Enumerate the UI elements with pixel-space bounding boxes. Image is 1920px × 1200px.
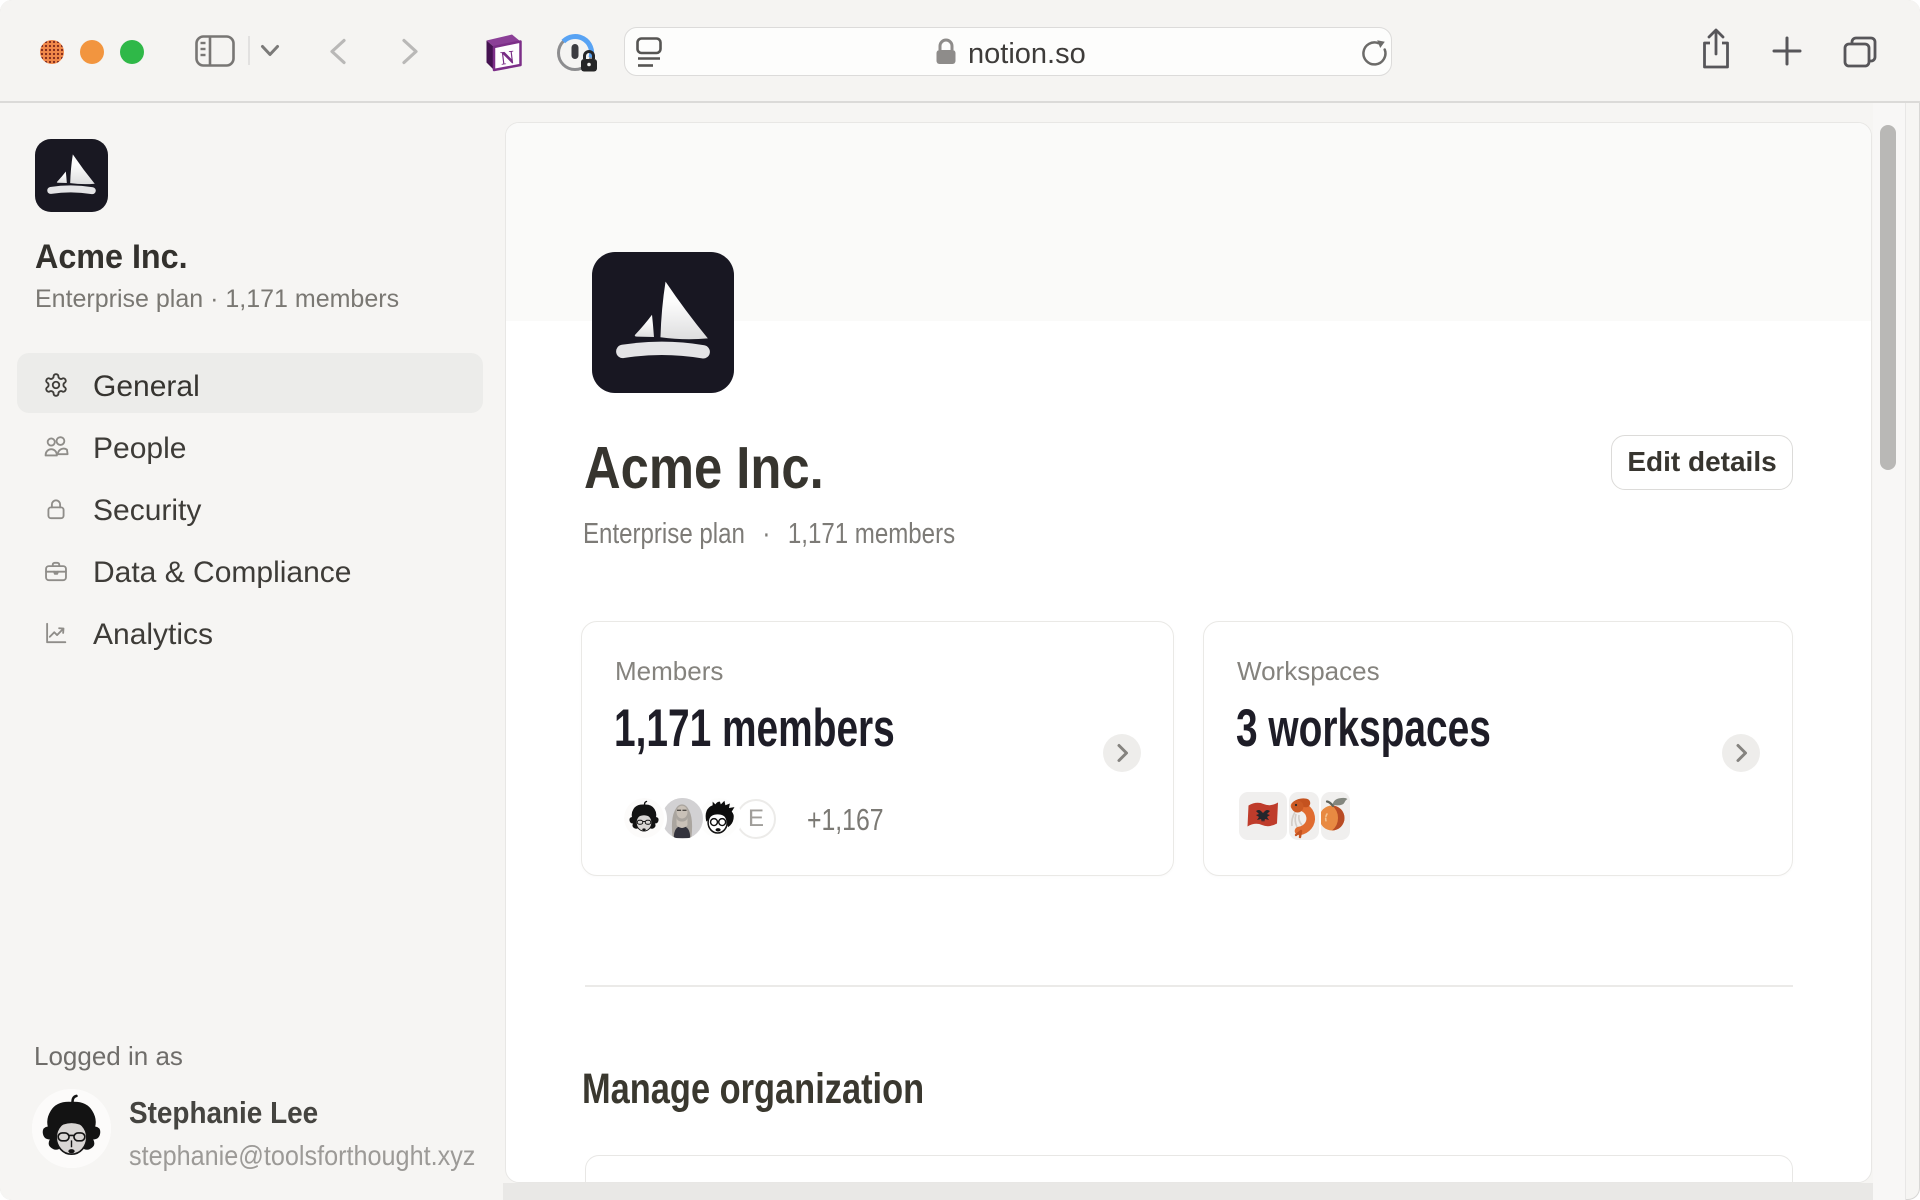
svg-text:N: N bbox=[499, 47, 515, 70]
